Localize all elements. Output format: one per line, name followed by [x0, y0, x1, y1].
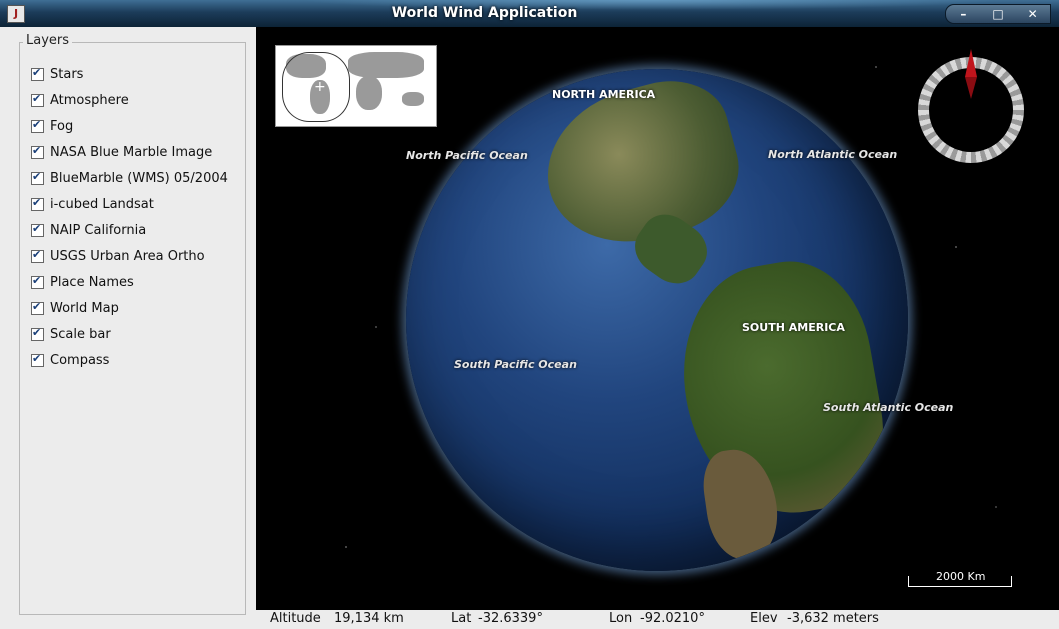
close-button[interactable]: ✕ — [1021, 7, 1045, 21]
layer-label: Place Names — [50, 274, 134, 290]
label-south-atlantic: South Atlantic Ocean — [823, 401, 954, 414]
crosshair-icon: + — [314, 79, 326, 95]
globe-canvas[interactable]: NORTH AMERICA SOUTH AMERICA North Pacifi… — [256, 27, 1059, 610]
layers-title: Layers — [23, 33, 73, 48]
compass-south-needle-icon — [965, 77, 977, 99]
layer-label: BlueMarble (WMS) 05/2004 — [50, 170, 228, 186]
wm-africa — [356, 76, 382, 110]
checkbox-icon[interactable] — [31, 352, 44, 367]
layer-checkbox-naip-california[interactable]: NAIP California — [31, 217, 228, 243]
layer-checkbox-fog[interactable]: Fog — [31, 113, 228, 139]
checkbox-icon[interactable] — [31, 300, 44, 315]
layer-checkbox-place-names[interactable]: Place Names — [31, 269, 228, 295]
layer-label: Fog — [50, 118, 74, 134]
window-controls: – □ ✕ — [945, 4, 1051, 24]
layer-checkbox-usgs-urban[interactable]: USGS Urban Area Ortho — [31, 243, 228, 269]
latitude-value: -32.6339° — [478, 611, 543, 626]
layer-checkbox-world-map[interactable]: World Map — [31, 295, 228, 321]
window-content: Layers Stars Atmosphere Fog NASA Blue Ma… — [0, 27, 1059, 629]
layer-label: Scale bar — [50, 326, 111, 342]
layer-label: NAIP California — [50, 222, 147, 238]
wm-australia — [402, 92, 424, 106]
checkbox-icon[interactable] — [31, 118, 44, 133]
checkbox-icon[interactable] — [31, 248, 44, 263]
layer-checkbox-stars[interactable]: Stars — [31, 61, 228, 87]
layer-checkbox-scale-bar[interactable]: Scale bar — [31, 321, 228, 347]
label-north-atlantic: North Atlantic Ocean — [768, 148, 898, 161]
compass-icon[interactable] — [918, 49, 1024, 163]
label-south-pacific: South Pacific Ocean — [454, 358, 577, 371]
checkbox-icon[interactable] — [31, 170, 44, 185]
longitude-label: Lon — [609, 611, 633, 626]
layer-label: Atmosphere — [50, 92, 129, 108]
layer-label: World Map — [50, 300, 119, 316]
checkbox-icon[interactable] — [31, 144, 44, 159]
elevation-label: Elev — [750, 611, 778, 626]
compass-north-needle-icon — [965, 49, 977, 77]
altitude-value: 19,134 km — [334, 611, 404, 626]
latitude-label: Lat — [451, 611, 472, 626]
earth-globe[interactable] — [406, 69, 908, 571]
label-north-pacific: North Pacific Ocean — [406, 149, 528, 162]
checkbox-icon[interactable] — [31, 92, 44, 107]
title-bar[interactable]: J World Wind Application – □ ✕ — [0, 0, 1059, 27]
layer-checkbox-compass[interactable]: Compass — [31, 347, 228, 373]
layer-label: Compass — [50, 352, 110, 368]
world-map-overview[interactable]: + — [275, 45, 437, 127]
layer-label: USGS Urban Area Ortho — [50, 248, 205, 264]
wm-eurasia — [348, 52, 424, 78]
checkbox-icon[interactable] — [31, 196, 44, 211]
altitude-label: Altitude — [270, 611, 321, 626]
layer-list: Stars Atmosphere Fog NASA Blue Marble Im… — [31, 61, 228, 373]
scale-bar — [908, 576, 1012, 587]
maximize-button[interactable]: □ — [986, 7, 1010, 21]
label-north-america: NORTH AMERICA — [552, 88, 656, 101]
label-south-america: SOUTH AMERICA — [742, 321, 845, 334]
longitude-value: -92.0210° — [640, 611, 705, 626]
layer-checkbox-nasa-blue-marble[interactable]: NASA Blue Marble Image — [31, 139, 228, 165]
layer-checkbox-bluemarble-wms[interactable]: BlueMarble (WMS) 05/2004 — [31, 165, 228, 191]
layer-checkbox-atmosphere[interactable]: Atmosphere — [31, 87, 228, 113]
checkbox-icon[interactable] — [31, 326, 44, 341]
elevation-value: -3,632 meters — [787, 611, 879, 626]
layer-label: i-cubed Landsat — [50, 196, 154, 212]
status-bar: Altitude 19,134 km Lat -32.6339° Lon -92… — [256, 610, 1059, 629]
window-title: World Wind Application — [391, 5, 578, 21]
layer-checkbox-icubed-landsat[interactable]: i-cubed Landsat — [31, 191, 228, 217]
layer-label: NASA Blue Marble Image — [50, 144, 213, 160]
checkbox-icon[interactable] — [31, 222, 44, 237]
minimize-button[interactable]: – — [951, 7, 975, 21]
checkbox-icon[interactable] — [31, 66, 44, 81]
checkbox-icon[interactable] — [31, 274, 44, 289]
south-america-landmass — [665, 249, 897, 529]
layer-label: Stars — [50, 66, 84, 82]
layers-sidebar: Layers Stars Atmosphere Fog NASA Blue Ma… — [0, 27, 256, 615]
